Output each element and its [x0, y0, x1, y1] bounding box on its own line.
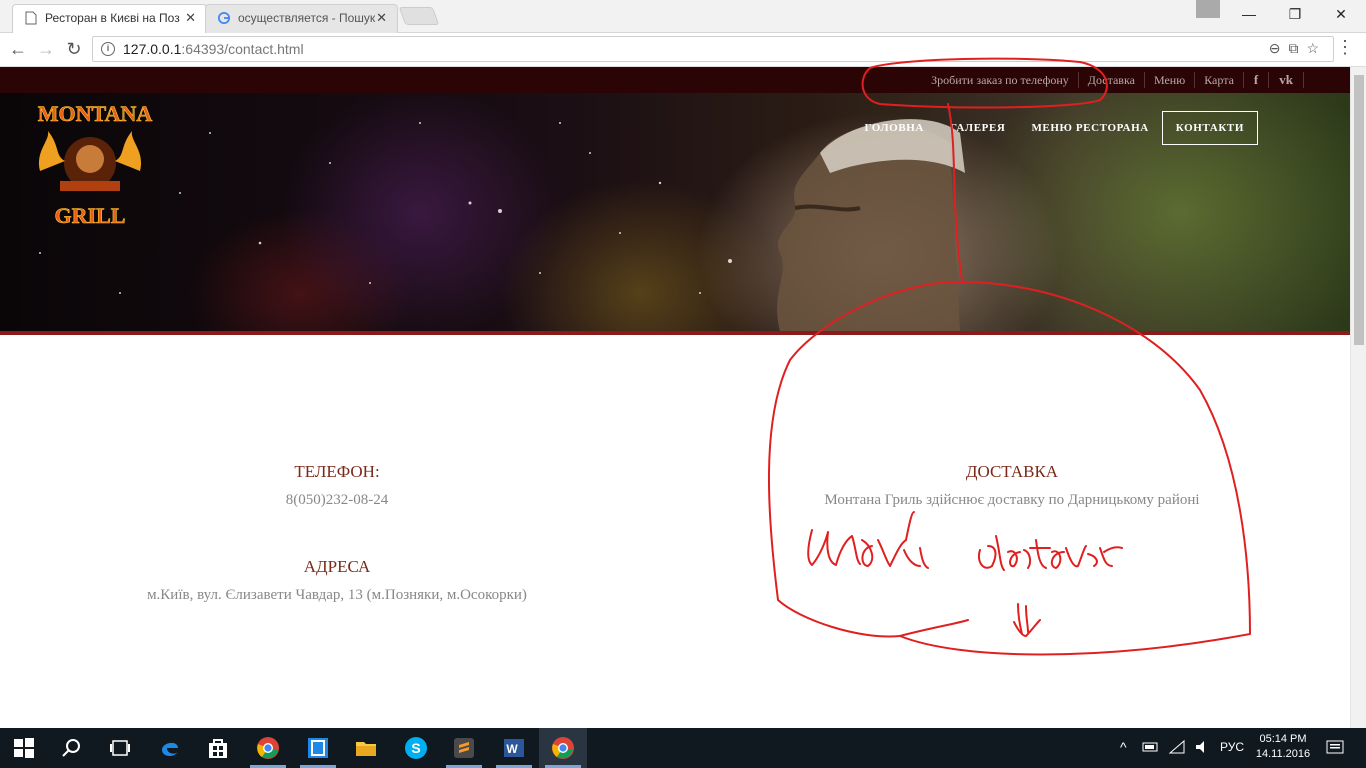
close-tab-icon[interactable]: ✕ [185, 5, 196, 31]
phone-value: 8(050)232-08-24 [285, 492, 389, 508]
svg-text:GRILL: GRILL [55, 203, 126, 228]
nav-menu[interactable]: МЕНЮ РЕСТОРАНА [1018, 112, 1161, 144]
edge-browser-icon[interactable] [158, 736, 182, 760]
main-navigation: ГОЛОВНА ГАЛЕРЕЯ МЕНЮ РЕСТОРАНА КОНТАКТИ [851, 111, 1258, 145]
tab-label: Ресторан в Києві на Поз [45, 11, 180, 25]
file-explorer-icon[interactable] [354, 736, 378, 760]
battery-icon[interactable] [1142, 741, 1160, 753]
zoom-icon[interactable]: ⊖ [1269, 40, 1289, 56]
url-host: 127.0.0.1 [123, 41, 182, 57]
chief-portrait-image [777, 119, 965, 331]
close-tab-icon[interactable]: ✕ [376, 5, 387, 31]
top-links: Зробити заказ по телефону Доставка Меню … [922, 67, 1304, 93]
wifi-icon[interactable] [1168, 739, 1186, 755]
user-profile-icon[interactable] [1196, 0, 1220, 18]
clock-time: 05:14 PM [1259, 733, 1307, 745]
reload-icon[interactable]: ↻ [62, 36, 86, 62]
top-link-map[interactable]: Карта [1195, 72, 1244, 88]
address-value: м.Київ, вул. Єлизавети Чавдар, 13 (м.Поз… [147, 587, 527, 603]
nav-gallery[interactable]: ГАЛЕРЕЯ [937, 112, 1018, 144]
montana-grill-logo[interactable]: MONTANA GRILL [20, 101, 170, 231]
scrollbar-thumb[interactable] [1354, 75, 1364, 345]
notifications-icon[interactable] [1326, 740, 1344, 756]
new-tab-button[interactable] [398, 7, 440, 25]
delivery-heading: ДОСТАВКА [965, 462, 1059, 481]
web-page: Зробити заказ по телефону Доставка Меню … [0, 67, 1350, 728]
sublime-text-icon[interactable] [452, 736, 476, 760]
svg-text:W: W [506, 742, 518, 756]
phone-heading: ТЕЛЕФОН: [294, 462, 380, 481]
hero-banner: MONTANA GRILL ГОЛОВНА ГАЛЕРЕЯ МЕНЮ РЕСТО… [0, 93, 1350, 331]
page-scrollbar[interactable] [1350, 67, 1366, 728]
omnibox-actions: ⊖⧉☆ [1269, 40, 1327, 57]
language-indicator[interactable]: РУС [1220, 740, 1244, 754]
clock[interactable]: 05:14 PM 14.11.2016 [1252, 732, 1314, 762]
info-icon[interactable]: i [101, 42, 115, 56]
search-icon[interactable] [60, 736, 84, 760]
page-icon [25, 11, 37, 25]
delivery-value: Монтана Гриль здійснює доставку по Дарни… [824, 492, 1200, 508]
google-icon [218, 12, 230, 24]
svg-text:S: S [411, 740, 420, 756]
url-text: 127.0.0.1:64393/contact.html [123, 41, 304, 57]
windows-start-icon[interactable] [12, 736, 36, 760]
top-link-phone-order[interactable]: Зробити заказ по телефону [922, 72, 1079, 88]
skype-icon[interactable]: S [404, 736, 428, 760]
minimize-button[interactable]: — [1226, 0, 1272, 28]
address-bar[interactable]: i 127.0.0.1:64393/contact.html ⊖⧉☆ [92, 36, 1334, 62]
top-strip: Зробити заказ по телефону Доставка Меню … [0, 67, 1350, 93]
browser-menu-icon[interactable]: ⋮ [1336, 37, 1354, 58]
top-link-delivery[interactable]: Доставка [1079, 72, 1145, 88]
windows-taskbar: S W ^ РУС 05:14 PM 14.11.2016 [0, 728, 1366, 768]
nav-home[interactable]: ГОЛОВНА [851, 112, 937, 144]
restore-button[interactable]: ❐ [1272, 0, 1318, 28]
tab-google-search[interactable]: осуществляется - Пошук ✕ [205, 4, 398, 34]
nav-contacts[interactable]: КОНТАКТИ [1161, 111, 1258, 145]
translate-icon[interactable]: ⧉ [1288, 40, 1306, 56]
top-link-menu[interactable]: Меню [1145, 72, 1196, 88]
close-window-button[interactable]: ✕ [1318, 0, 1364, 28]
chrome-active-icon[interactable] [551, 736, 575, 760]
clock-date: 14.11.2016 [1255, 748, 1311, 760]
task-view-icon[interactable] [108, 736, 132, 760]
tab-label: осуществляется - Пошук [238, 11, 376, 25]
browser-tab-strip: Ресторан в Києві на Поз ✕ осуществляется… [0, 0, 1366, 34]
forward-arrow-icon[interactable]: → [34, 36, 58, 62]
tab-restaurant[interactable]: Ресторан в Києві на Поз ✕ [12, 4, 207, 34]
facebook-icon[interactable]: f [1244, 72, 1270, 88]
back-arrow-icon[interactable]: ← [6, 36, 30, 62]
banner-divider [0, 331, 1350, 335]
url-rest: :64393/contact.html [181, 41, 304, 57]
chrome-icon[interactable] [256, 736, 280, 760]
browser-toolbar: ← → ↻ i 127.0.0.1:64393/contact.html ⊖⧉☆… [0, 33, 1366, 67]
volume-icon[interactable] [1194, 739, 1212, 755]
word-icon[interactable]: W [502, 736, 526, 760]
svg-text:MONTANA: MONTANA [38, 101, 153, 126]
chevron-up-icon[interactable]: ^ [1120, 739, 1127, 755]
bookmark-star-icon[interactable]: ☆ [1306, 40, 1327, 56]
app-icon[interactable] [306, 736, 330, 760]
address-heading: АДРЕСА [303, 557, 371, 576]
store-icon[interactable] [206, 736, 230, 760]
vk-icon[interactable]: vk [1269, 72, 1304, 88]
